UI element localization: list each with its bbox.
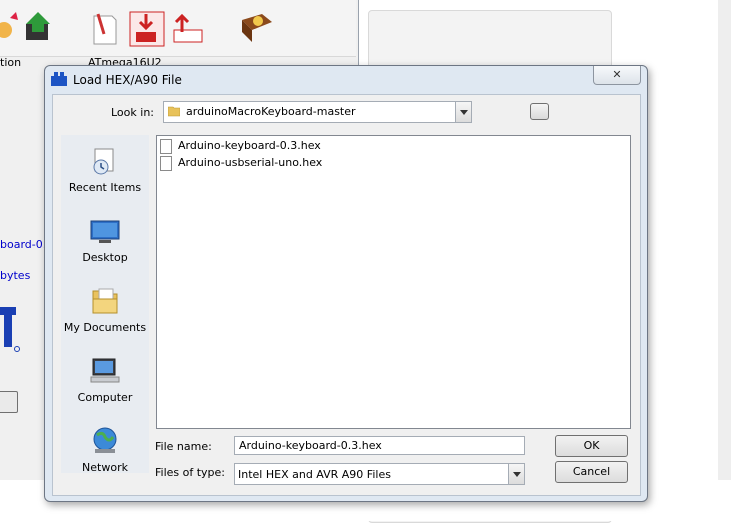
background-strip [718,0,731,521]
write-device-icon[interactable] [168,8,208,48]
background-button[interactable] [0,391,18,413]
place-desktop[interactable]: Desktop [61,215,149,271]
file-list[interactable]: Arduino-keyboard-0.3.hex Arduino-usbseri… [156,135,631,429]
look-in-label: Look in: [111,106,154,119]
atmel-logo-icon [0,307,20,352]
read-device-icon[interactable] [126,8,166,48]
files-of-type-dropdown[interactable]: Intel HEX and AVR A90 Files [234,463,525,485]
file-name-label: File name: [155,440,212,453]
help-book-icon[interactable] [236,8,276,48]
file-name-field[interactable]: Arduino-keyboard-0.3.hex [234,436,525,455]
close-button[interactable]: ✕ [593,66,641,85]
file-icon [160,156,172,171]
place-label: Desktop [82,251,128,264]
my-documents-icon [92,288,118,314]
app-title-icon [51,72,67,86]
place-computer[interactable]: Computer [61,355,149,411]
cancel-button[interactable]: Cancel [555,461,628,483]
page-edit-icon[interactable] [86,8,126,48]
list-item[interactable]: Arduino-keyboard-0.3.hex [160,138,330,154]
chip-upload-icon[interactable] [20,8,60,48]
files-of-type-dropdown-arrow[interactable] [508,464,524,484]
place-label: Network [82,461,128,474]
place-recent-items[interactable]: Recent Items [61,145,149,201]
dialog-titlebar[interactable]: Load HEX/A90 File ✕ [45,66,647,92]
file-size-text: bytes [0,269,31,282]
load-hex-dialog: Load HEX/A90 File ✕ Look in: arduinoMacr… [44,65,648,502]
file-name: Arduino-usbserial-uno.hex [178,156,323,169]
view-menu-button[interactable] [530,103,549,120]
function-label: tion [0,56,22,69]
ok-button[interactable]: OK [555,435,628,457]
file-name-value: Arduino-keyboard-0.3.hex [239,439,382,452]
files-of-type-value: Intel HEX and AVR A90 Files [238,468,391,481]
place-my-documents[interactable]: My Documents [61,285,149,341]
places-bar: Recent Items Desktop My Documents Comput… [61,135,149,474]
background-toolbar [0,0,356,57]
place-label: Computer [77,391,133,404]
computer-icon [90,358,120,383]
files-of-type-label: Files of type: [155,466,226,479]
dialog-client: Look in: arduinoMacroKeyboard-master Rec… [52,94,641,496]
recent-items-icon [93,148,114,175]
list-item[interactable]: Arduino-usbserial-uno.hex [160,155,330,171]
file-name: Arduino-keyboard-0.3.hex [178,139,321,152]
network-icon [93,427,117,453]
file-icon [160,139,172,154]
look-in-dropdown[interactable]: arduinoMacroKeyboard-master [163,101,472,123]
look-in-value: arduinoMacroKeyboard-master [186,105,356,118]
desktop-icon [90,220,120,243]
place-label: Recent Items [68,181,142,194]
dialog-title: Load HEX/A90 File [73,73,182,87]
look-in-dropdown-arrow[interactable] [455,102,471,122]
place-network[interactable]: Network [61,425,149,481]
place-label: My Documents [63,321,147,334]
folder-icon [168,106,180,117]
